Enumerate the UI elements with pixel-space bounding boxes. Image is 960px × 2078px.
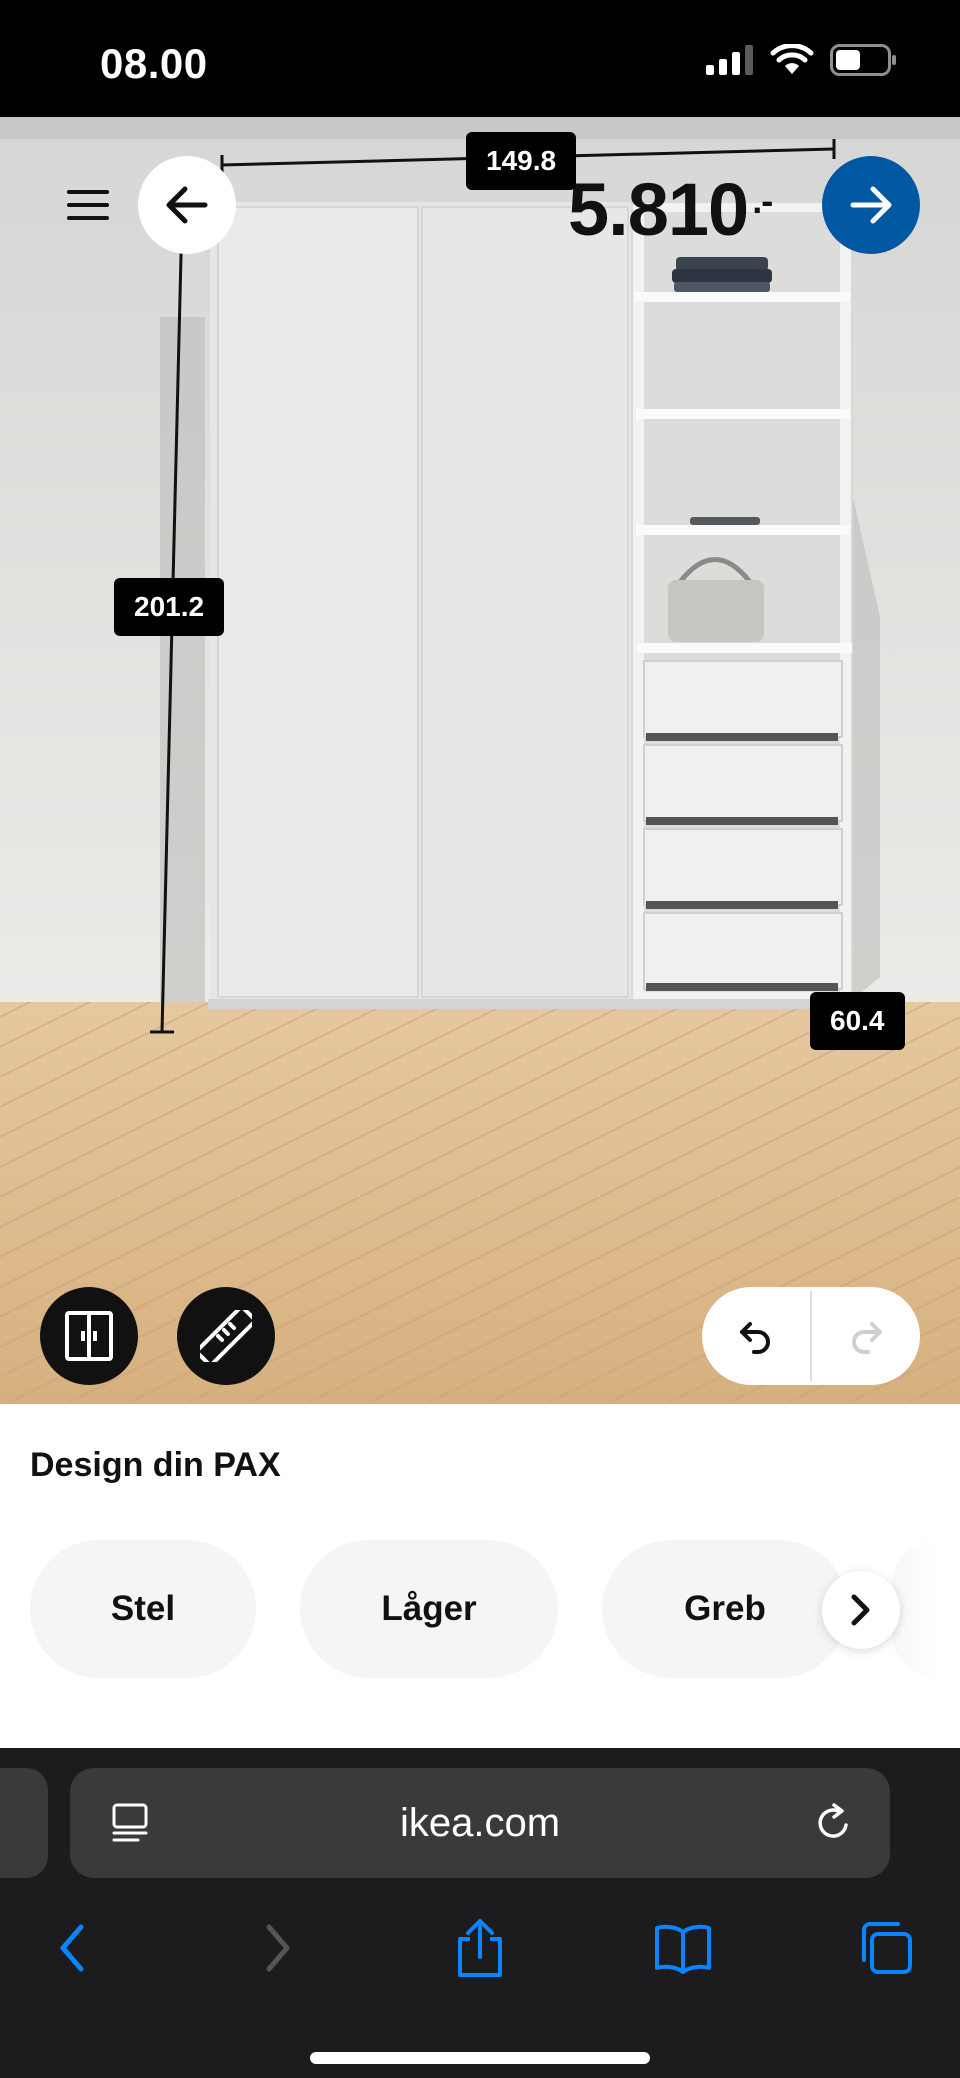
menu-icon [67,190,109,220]
bookmarks-button[interactable] [643,1908,723,1988]
previous-tab-peek[interactable] [0,1768,48,1878]
tabs-button[interactable] [846,1908,926,1988]
price-value: 5.810 [568,168,749,251]
arrow-right-icon [850,186,892,224]
toggle-measurements-button[interactable] [177,1287,275,1385]
chip-stel[interactable]: Stel [30,1540,256,1678]
undo-redo-group [702,1287,920,1385]
design-panel: Design din PAX Stel Låger Greb [0,1404,960,1748]
chip-greb[interactable]: Greb [602,1540,848,1678]
panel-title: Design din PAX [30,1446,281,1484]
wardrobe-3d-view[interactable]: 5.810 .- 149.8 201.2 60.4 [0,117,960,1404]
back-icon [60,1924,84,1972]
next-button[interactable] [822,156,920,254]
redo-icon [852,1322,882,1354]
status-bar: 08.00 [0,0,960,117]
browser-nav-row [0,1908,960,1988]
bookmarks-icon [655,1924,711,1974]
browser-forward-button[interactable] [238,1908,318,1988]
undo-icon [740,1322,770,1354]
status-time: 08.00 [100,40,208,87]
reload-icon[interactable] [812,1801,856,1845]
url-text: ikea.com [399,1801,561,1845]
address-bar[interactable]: ikea.com [70,1768,890,1878]
room-render [0,117,960,1404]
browser-toolbar: ikea.com [0,1748,960,2078]
undo-button[interactable] [702,1287,810,1385]
share-icon [458,1919,502,1977]
chips-scroll-next-button[interactable] [822,1571,900,1649]
width-dimension-label[interactable]: 149.8 [466,132,577,190]
redo-button[interactable] [812,1287,920,1385]
toggle-doors-button[interactable] [40,1287,138,1385]
wifi-icon [770,44,814,74]
wardrobe-doors-icon [65,1311,113,1361]
price-suffix: .- [752,180,773,221]
menu-button[interactable] [60,177,116,233]
cellular-signal-icon [706,45,753,75]
tabs-icon [862,1922,912,1974]
arrow-left-icon [166,186,208,224]
browser-back-button[interactable] [32,1908,112,1988]
height-dimension-label[interactable]: 201.2 [114,578,225,636]
chevron-right-icon [851,1594,870,1626]
share-button[interactable] [440,1908,520,1988]
chip-lager[interactable]: Låger [300,1540,558,1678]
depth-dimension-label[interactable]: 60.4 [810,992,905,1050]
total-price: 5.810 .- [568,167,773,252]
home-indicator[interactable] [310,2052,650,2064]
ruler-icon [200,1310,252,1362]
battery-icon [830,44,896,76]
back-button[interactable] [138,156,236,254]
status-icons [706,44,898,76]
forward-icon [266,1924,290,1972]
